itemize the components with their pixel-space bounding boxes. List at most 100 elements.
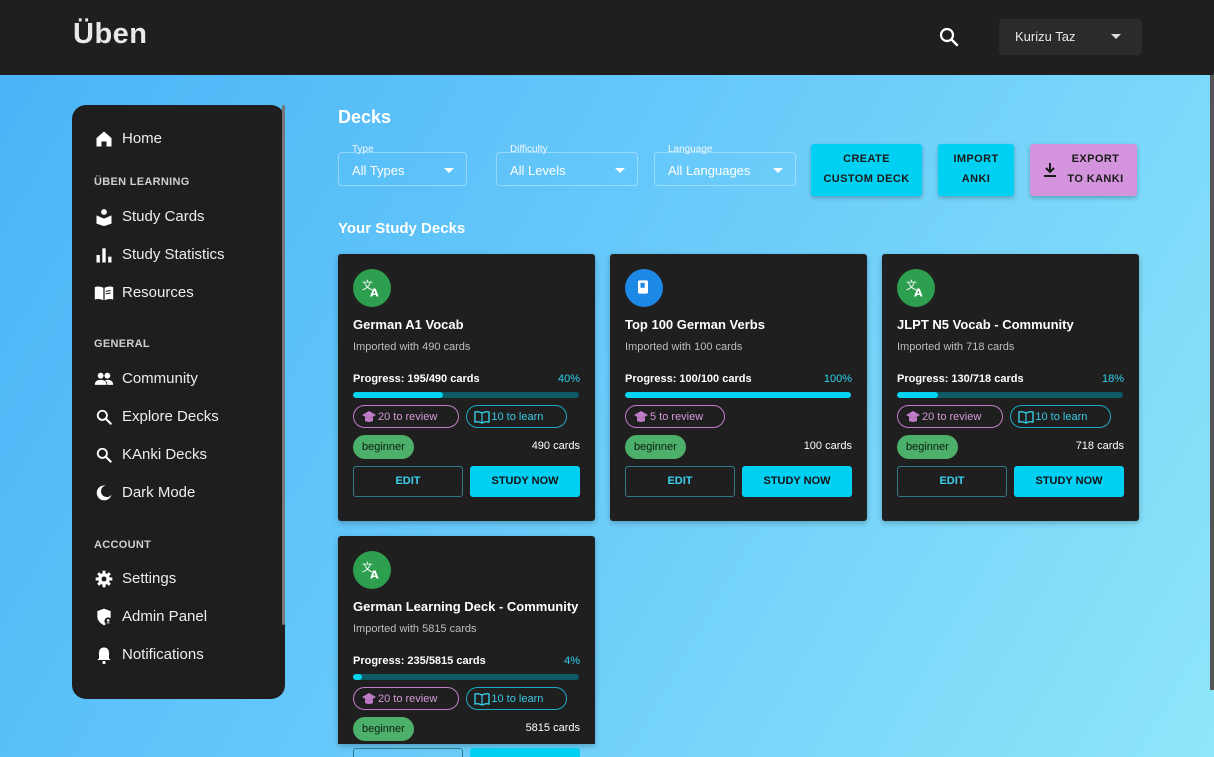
button-label: CREATE <box>843 153 890 165</box>
progress-bar-fill <box>625 392 851 398</box>
difficulty-badge: beginner <box>353 717 414 741</box>
edit-deck-button[interactable]: EDIT <box>625 466 735 497</box>
type-filter-select[interactable]: Type All Types <box>338 144 467 186</box>
deck-title[interactable]: Top 100 German Verbs <box>625 317 853 332</box>
section-heading-account: ACCOUNT <box>94 539 152 551</box>
sidebar-item-study-statistics[interactable]: Study Statistics <box>94 243 274 267</box>
progress-bar <box>353 392 579 398</box>
sidebar-scrollbar[interactable] <box>282 105 285 625</box>
deck-import-info: Imported with 490 cards <box>353 341 471 353</box>
translate-avatar: 文A <box>353 551 391 589</box>
create-custom-deck-button[interactable]: CREATE CUSTOM DECK <box>811 144 922 196</box>
graduation-cap-icon <box>905 410 921 424</box>
translate-avatar: 文A <box>897 269 935 307</box>
app-logo[interactable]: Üben <box>73 18 148 51</box>
deck-card: Top 100 German Verbs Imported with 100 ca… <box>610 254 867 521</box>
svg-text:A: A <box>914 286 923 299</box>
card-count: 100 cards <box>803 440 852 452</box>
people-icon <box>94 369 114 389</box>
sidebar-item-admin-panel[interactable]: Admin Panel <box>94 605 274 629</box>
progress-percent: 18% <box>1101 373 1124 385</box>
progress-percent: 100% <box>823 373 852 385</box>
deck-title[interactable]: German Learning Deck - Community <box>353 599 581 614</box>
difficulty-badge: beginner <box>625 435 686 459</box>
language-filter-select[interactable]: Language All Languages <box>654 144 796 186</box>
deck-card: 文 A German Learning Deck - Community Import… <box>338 536 595 757</box>
button-label: EXPORT <box>1071 153 1120 165</box>
sidebar-item-label: Study Cards <box>122 208 205 225</box>
search-icon[interactable] <box>937 25 961 49</box>
sidebar-item-label: Explore Decks <box>122 408 219 425</box>
home-icon <box>94 129 114 149</box>
sidebar-item-home[interactable]: Home <box>94 127 274 151</box>
export-to-kanki-button[interactable]: EXPORT TO KANKI <box>1030 144 1137 196</box>
progress-bar <box>625 392 851 398</box>
sidebar-item-label: Study Statistics <box>122 246 225 263</box>
svg-text:A: A <box>370 568 379 581</box>
page-scrollbar[interactable] <box>1210 75 1214 690</box>
study-now-button[interactable]: STUDY NOW <box>1014 466 1124 497</box>
card-count: 490 cards <box>531 440 580 452</box>
difficulty-filter-select[interactable]: Difficulty All Levels <box>496 144 638 186</box>
sidebar-item-community[interactable]: Community <box>94 367 274 391</box>
sidebar: Home ÜBEN LEARNING Study Cards Study Sta… <box>72 105 285 699</box>
user-menu-select[interactable]: Kurizu Taz <box>999 19 1142 55</box>
study-now-button[interactable]: STUDY NOW <box>470 748 580 757</box>
search-icon <box>94 445 114 465</box>
to-review-chip[interactable]: 20 to review <box>353 405 460 428</box>
import-anki-button[interactable]: IMPORT ANKI <box>938 144 1014 196</box>
deck-title[interactable]: JLPT N5 Vocab - Community <box>897 317 1125 332</box>
progress-label: Progress: 100/100 cards <box>625 373 752 385</box>
sidebar-item-kanki-decks[interactable]: KAnki Decks <box>94 443 274 467</box>
difficulty-badge: beginner <box>897 435 958 459</box>
to-learn-chip[interactable]: 10 to learn <box>466 405 567 428</box>
chip-label: 10 to learn <box>1035 411 1088 423</box>
sidebar-item-resources[interactable]: Resources <box>94 281 274 305</box>
sidebar-item-settings[interactable]: Settings <box>94 567 274 591</box>
study-now-button[interactable]: STUDY NOW <box>470 466 580 497</box>
sidebar-item-label: Settings <box>122 570 177 587</box>
filter-label: Type <box>352 144 374 155</box>
to-learn-chip[interactable]: 10 to learn <box>1010 405 1111 428</box>
progress-bar-fill <box>353 674 363 680</box>
to-review-chip[interactable]: 20 to review <box>897 405 1004 428</box>
chip-label: 20 to review <box>922 411 982 423</box>
sidebar-item-label: Notifications <box>122 646 204 663</box>
card-count: 5815 cards <box>525 722 580 734</box>
sidebar-item-notifications[interactable]: Notifications <box>94 643 274 667</box>
translate-icon: 文A <box>361 559 383 586</box>
edit-deck-button[interactable]: EDIT <box>353 466 463 497</box>
sidebar-item-label: Resources <box>122 284 194 301</box>
section-heading-learning: ÜBEN LEARNING <box>94 176 190 188</box>
download-icon <box>1043 162 1057 185</box>
to-review-chip[interactable]: 20 to review <box>353 687 460 710</box>
filter-value: All Levels <box>510 163 566 178</box>
filter-label: Difficulty <box>510 144 548 155</box>
sidebar-item-dark-mode[interactable]: Dark Mode <box>94 481 274 505</box>
study-now-button[interactable]: STUDY NOW <box>742 466 852 497</box>
page-title: Decks <box>338 107 392 127</box>
deck-import-info: Imported with 100 cards <box>625 341 743 353</box>
sidebar-item-study-cards[interactable]: Study Cards <box>94 205 274 229</box>
to-learn-chip[interactable]: 10 to learn <box>466 687 567 710</box>
search-icon <box>94 407 114 427</box>
edit-deck-button[interactable]: EDIT <box>897 466 1007 497</box>
book-avatar <box>625 269 663 307</box>
to-review-chip[interactable]: 5 to review <box>625 405 726 428</box>
chip-label: 5 to review <box>650 411 704 423</box>
button-label: CUSTOM DECK <box>823 173 910 185</box>
sidebar-item-label: KAnki Decks <box>122 446 208 463</box>
progress-percent: 4% <box>564 655 580 667</box>
translate-icon: 文A <box>905 277 927 304</box>
admin-shield-icon <box>94 607 114 627</box>
filter-value: All Types <box>352 163 405 178</box>
sidebar-item-explore-decks[interactable]: Explore Decks <box>94 405 274 429</box>
edit-deck-button[interactable]: EDIT <box>353 748 463 757</box>
deck-title[interactable]: German A1 Vocab <box>353 317 581 332</box>
progress-bar-fill <box>897 392 938 398</box>
chevron-down-icon <box>773 168 783 173</box>
bell-icon <box>94 645 114 665</box>
difficulty-badge: beginner <box>353 435 414 459</box>
chevron-down-icon <box>444 168 454 173</box>
gear-icon <box>94 569 114 589</box>
